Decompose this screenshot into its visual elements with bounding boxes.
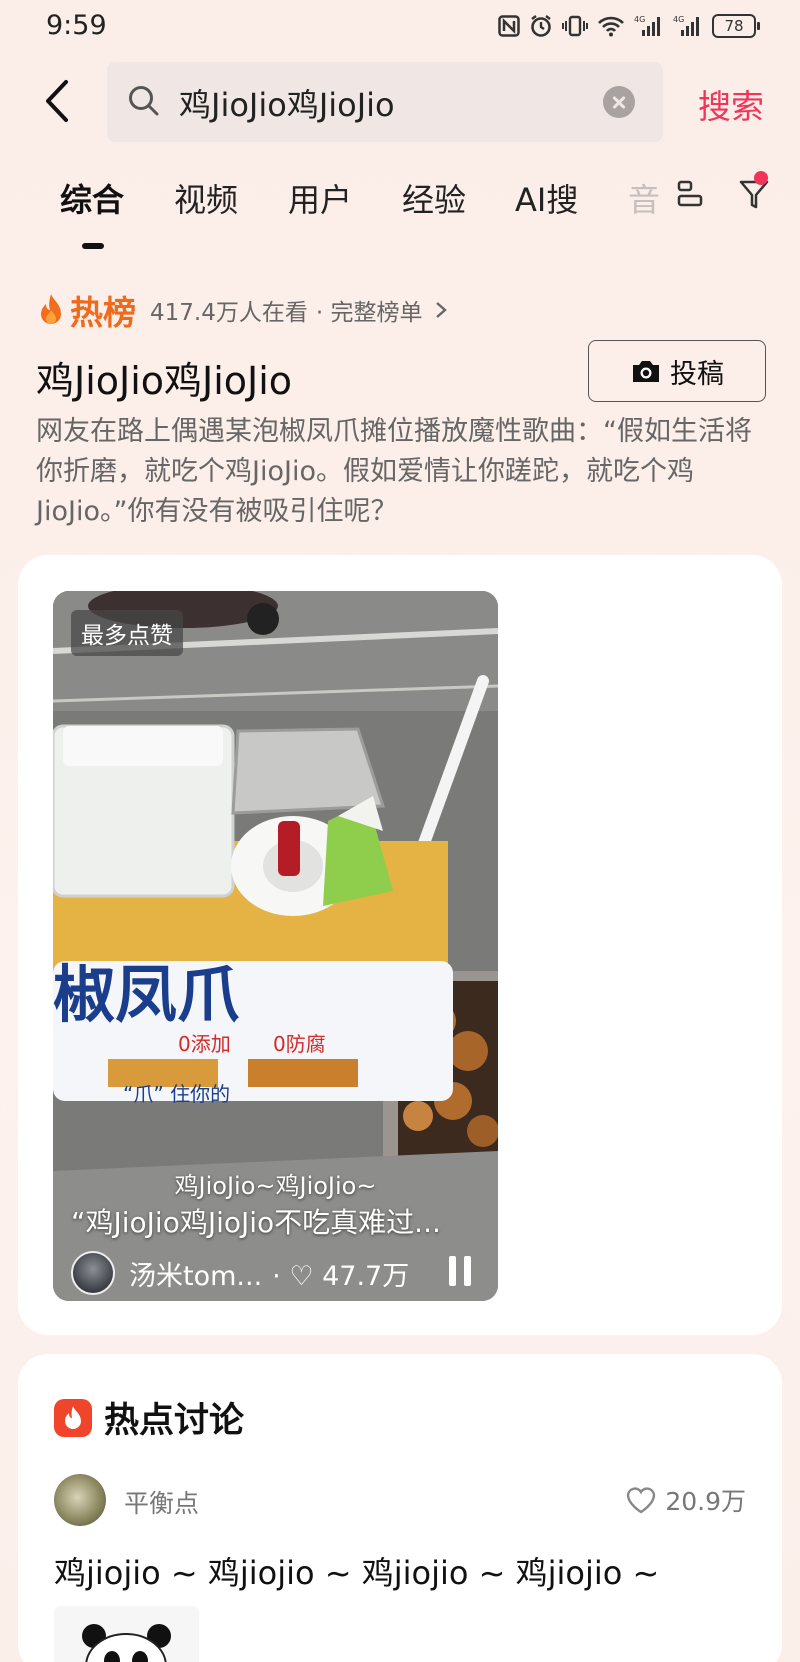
tab-users[interactable]: 用户: [288, 175, 352, 221]
alarm-icon: [531, 15, 551, 37]
video-title[interactable]: “鸡JioJio鸡JioJio不吃真难过...: [71, 1201, 441, 1241]
username[interactable]: 平衡点: [124, 1484, 199, 1520]
like-button[interactable]: 20.9万: [625, 1482, 746, 1518]
tab-audio[interactable]: 音: [628, 175, 660, 221]
svg-text:4G: 4G: [634, 15, 645, 24]
sign-sub2: 0防腐: [273, 1032, 326, 1056]
status-bar: 9:59 4G 4G 78: [0, 0, 800, 56]
discussion-user-row: 平衡点 20.9万: [54, 1474, 746, 1528]
video-subtitle: 鸡JioJio~鸡JioJio~: [174, 1172, 377, 1200]
full-list-link[interactable]: · 完整榜单: [316, 293, 423, 327]
video-likes[interactable]: · ♡ 47.7万: [272, 1254, 409, 1293]
tab-ai-search[interactable]: AI搜: [515, 175, 578, 221]
search-icon: [129, 86, 159, 116]
battery-level: 78: [724, 17, 744, 35]
topic-description: 网友在路上偶遇某泡椒凤爪摊位播放魔性歌曲：“假如生活将你折磨，就吃个鸡JioJi…: [36, 416, 752, 527]
hot-list-header[interactable]: 热榜 417.4万人在看 · 完整榜单: [36, 288, 452, 332]
svg-text:4G: 4G: [673, 15, 684, 24]
discussion-title: 热点讨论: [104, 1401, 245, 1441]
status-icons: 4G 4G 78: [498, 14, 760, 38]
battery-icon: 78: [712, 14, 760, 38]
filter-icon[interactable]: [738, 179, 770, 211]
post-button[interactable]: 投稿: [588, 340, 766, 402]
search-query: 鸡JioJio鸡JioJio: [179, 86, 395, 124]
video-card: 椒凤爪 0添加 0防腐 “爪” 住你的 最多点赞 鸡JioJio~鸡JioJio…: [18, 555, 782, 1335]
fire-icon: [41, 294, 61, 324]
like-count: 20.9万: [665, 1487, 746, 1516]
hot-list-label: 热榜: [70, 293, 136, 332]
sign-sub1: 0添加: [178, 1032, 231, 1056]
tab-video[interactable]: 视频: [174, 175, 238, 221]
signal-4g-icon: 4G: [634, 15, 660, 36]
comment-text: 鸡jiojio ~ 鸡jiojio ~ 鸡jiojio ~ 鸡jiojio ~: [54, 1554, 660, 1592]
sign-text: 椒凤爪: [53, 958, 239, 1031]
pause-icon[interactable]: [448, 1256, 472, 1286]
filter-notification-dot: [754, 171, 768, 185]
discussion-card: 热点讨论 平衡点 20.9万 鸡jiojio ~ 鸡jiojio ~ 鸡jioj…: [18, 1354, 782, 1662]
topic-title: 鸡JioJio鸡JioJio: [36, 359, 293, 403]
signal-4g-icon-2: 4G: [673, 15, 699, 36]
user-avatar[interactable]: [54, 1474, 106, 1526]
video-player[interactable]: 椒凤爪 0添加 0防腐 “爪” 住你的 最多点赞 鸡JioJio~鸡JioJio…: [53, 591, 498, 1301]
search-button[interactable]: 搜索: [698, 80, 764, 128]
tab-experience[interactable]: 经验: [402, 175, 466, 221]
chevron-right-icon: [436, 302, 448, 318]
heart-icon: [627, 1487, 656, 1514]
nfc-icon: [498, 15, 520, 37]
clear-search-button[interactable]: [603, 86, 635, 118]
author-avatar[interactable]: [71, 1251, 115, 1295]
post-button-label: 投稿: [670, 358, 724, 390]
hot-discussion-icon: [54, 1398, 92, 1437]
most-liked-badge: 最多点赞: [71, 610, 183, 656]
sign-bottom: “爪” 住你的: [123, 1082, 230, 1106]
camera-icon: [633, 361, 659, 382]
chevron-left-icon: [46, 80, 68, 122]
author-name[interactable]: 汤米tom...: [129, 1254, 262, 1293]
layout-icon[interactable]: [676, 179, 704, 209]
search-row: 鸡JioJio鸡JioJio 搜索: [0, 62, 800, 142]
tab-bar: 综合 视频 用户 经验 AI搜 音: [0, 171, 800, 255]
wifi-icon: [598, 16, 624, 37]
search-input[interactable]: 鸡JioJio鸡JioJio: [107, 62, 663, 142]
vibrate-icon: [562, 15, 588, 37]
back-button[interactable]: [38, 76, 78, 126]
discussion-header: 热点讨论: [54, 1392, 244, 1443]
tab-comprehensive[interactable]: 综合: [60, 175, 124, 221]
hot-viewers: 417.4万人在看: [150, 300, 308, 326]
status-time: 9:59: [46, 10, 107, 41]
video-meta: 汤米tom... · ♡ 47.7万: [71, 1251, 409, 1295]
panda-sticker-image: [54, 1606, 199, 1662]
tab-indicator: [82, 243, 104, 249]
